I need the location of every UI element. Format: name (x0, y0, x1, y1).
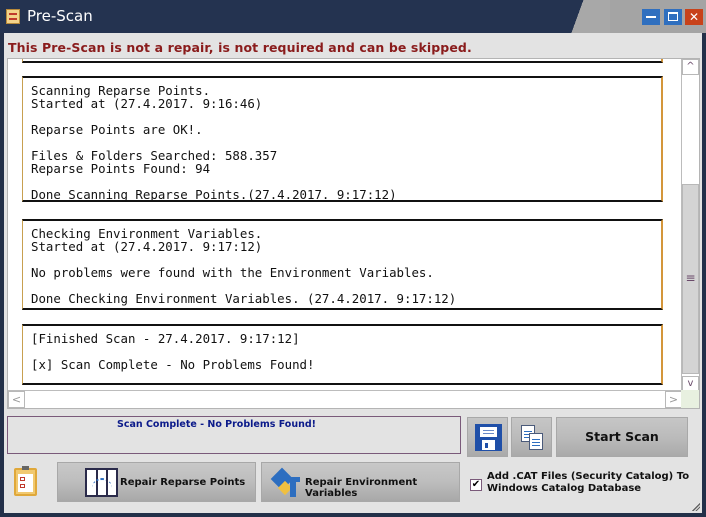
horizontal-scrollbar[interactable]: < > (8, 390, 682, 408)
scan-log-content: Scanning Reparse Points. Started at (27.4… (8, 59, 682, 392)
log-line: Reparse Points Found: 94 (31, 161, 211, 176)
status-box: Scan Complete - No Problems Found! (7, 416, 461, 454)
window-title: Pre-Scan (27, 7, 93, 25)
add-cat-files-label-line1: Add .CAT Files (Security Catalog) To (487, 471, 690, 482)
scroll-left-button[interactable]: < (8, 391, 25, 408)
title-bar[interactable]: Pre-Scan ✕ (0, 0, 706, 33)
vertical-scroll-thumb[interactable]: ≡ (682, 184, 699, 374)
repair-reparse-points-button[interactable]: Repair Reparse Points (57, 462, 256, 502)
repair-environment-variables-label: Repair Environment Variables (305, 477, 418, 499)
floppy-disk-icon (475, 424, 502, 451)
close-button[interactable]: ✕ (685, 9, 703, 25)
window-client-area: This Pre-Scan is not a repair, is not re… (4, 33, 702, 513)
add-cat-files-label-line2: Windows Catalog Database (487, 483, 642, 494)
wrench-diamond-icon (270, 467, 306, 499)
chevron-left-icon: < (11, 393, 22, 406)
status-message: Scan Complete - No Problems Found! (116, 419, 316, 430)
grip-icon: ≡ (685, 271, 696, 285)
chevron-right-icon: > (668, 393, 679, 406)
log-line: No problems were found with the Environm… (31, 265, 434, 280)
log-line: Started at (27.4.2017. 9:16:46) (31, 96, 263, 111)
copy-log-button[interactable] (511, 417, 552, 457)
log-line: Reparse Points are OK!. (31, 122, 203, 137)
chevron-up-icon: ^ (686, 61, 695, 72)
app-clipboard-icon (6, 9, 20, 24)
repair-reparse-points-label: Repair Reparse Points (120, 477, 246, 488)
scroll-up-button[interactable]: ^ (682, 59, 699, 75)
scrollbar-corner (681, 390, 699, 408)
minimize-button[interactable] (642, 9, 660, 25)
vertical-scrollbar[interactable]: ^ ≡ v (681, 59, 699, 392)
pre-scan-warning: This Pre-Scan is not a repair, is not re… (8, 40, 472, 55)
log-line: Started at (27.4.2017. 9:17:12) (31, 239, 263, 254)
repair-environment-variables-button[interactable]: Repair Environment Variables (261, 462, 460, 502)
log-block-previous (22, 59, 663, 63)
resize-grip-icon[interactable] (692, 503, 700, 511)
start-scan-button[interactable]: Start Scan (556, 417, 688, 457)
log-line: Done Checking Environment Variables. (27… (31, 291, 457, 306)
log-line: [Finished Scan - 27.4.2017. 9:17:12] (31, 331, 300, 346)
chevron-down-icon: v (687, 378, 694, 389)
map-route-icon (85, 468, 118, 497)
save-log-button[interactable] (467, 417, 508, 457)
add-cat-files-label[interactable]: Add .CAT Files (Security Catalog) To Win… (487, 471, 689, 495)
scan-log-panel[interactable]: Scanning Reparse Points. Started at (27.4… (7, 58, 700, 409)
scroll-right-button[interactable]: > (665, 391, 682, 408)
log-block-environment-variables: Checking Environment Variables. Started a… (22, 219, 663, 310)
log-line: [x] Scan Complete - No Problems Found! (31, 357, 315, 372)
add-cat-files-checkbox[interactable]: ✔ (470, 479, 482, 491)
log-block-reparse-points: Scanning Reparse Points. Started at (27.4… (22, 76, 663, 202)
close-icon: ✕ (688, 10, 700, 24)
maximize-button[interactable] (664, 9, 682, 25)
log-line: Done Scanning Reparse Points.(27.4.2017.… (31, 187, 397, 202)
log-block-finished-scan: [Finished Scan - 27.4.2017. 9:17:12] [x] … (22, 324, 663, 385)
clipboard-checklist-icon (14, 466, 37, 496)
